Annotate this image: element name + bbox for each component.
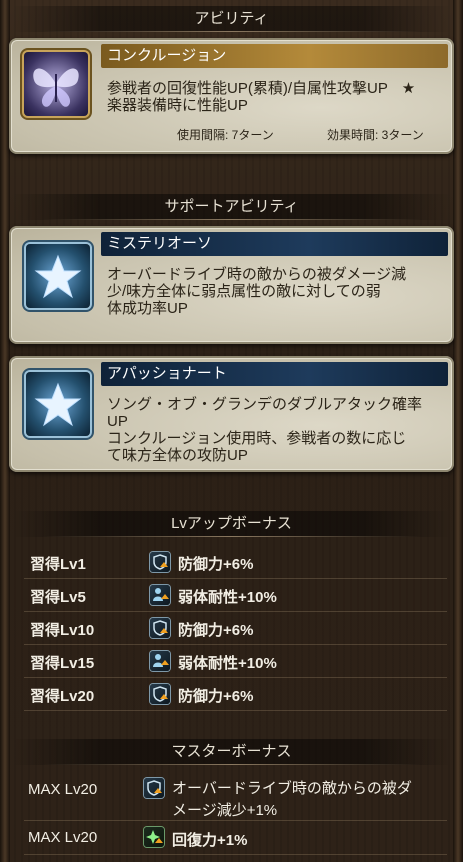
support-card-1[interactable]: ミステリオーソ オーバードライブ時の敵からの被ダメージ減 少/味方全体に弱点属性… <box>9 226 454 344</box>
bonus-text: オーバードライブ時の敵からの被ダ メージ減少+1% <box>172 778 412 822</box>
bonus-level: 習得Lv1 <box>30 556 86 573</box>
ability-name: コンクルージョン <box>101 44 448 68</box>
desc-line: 少/味方全体に弱点属性の敵に対しての弱 <box>107 283 381 300</box>
star-emblem-icon <box>26 244 90 308</box>
butterfly-icon <box>24 52 88 116</box>
master-bonus-row: MAX Lv20 オーバードライブ時の敵からの被ダ メージ減少+1% <box>24 772 447 821</box>
section-label: Lvアップボーナス <box>171 515 292 532</box>
bonus-level: 習得Lv20 <box>30 688 95 705</box>
defense-up-icon <box>150 552 170 572</box>
section-title-support: サポートアビリティ <box>12 194 451 220</box>
support-ability-name: ミステリオーソ <box>101 232 448 256</box>
ability-cooldown: 使用間隔: 7ターン <box>177 128 274 142</box>
defense-up-icon <box>150 618 170 638</box>
bonus-text: 弱体耐性+10% <box>178 655 277 672</box>
ability-description: 参戦者の回復性能UP(累積)/自属性攻撃UP ★ 楽器装備時に性能UP <box>107 80 444 114</box>
support-card-2[interactable]: アパッショナート ソング・オブ・グランデのダブルアタック確率 UP コンクルージ… <box>9 356 454 472</box>
bonus-text: 防御力+6% <box>178 688 254 705</box>
bonus-level: 習得Lv15 <box>30 655 95 672</box>
star-icon: ★ <box>401 80 416 97</box>
section-label: サポートアビリティ <box>164 198 299 215</box>
bonus-level: MAX Lv20 <box>28 781 98 798</box>
section-label: アビリティ <box>194 10 269 27</box>
ability-desc-line1: 参戦者の回復性能UP(累積)/自属性攻撃UP <box>107 80 388 97</box>
star-emblem-icon <box>26 372 90 436</box>
ability-card[interactable]: コンクルージョン 参戦者の回復性能UP(累積)/自属性攻撃UP ★ 楽器装備時に… <box>9 38 454 154</box>
bonus-text: 防御力+6% <box>178 622 254 639</box>
lv-bonus-row: 習得Lv1 防御力+6% <box>24 546 447 579</box>
support-ability-desc: オーバードライブ時の敵からの被ダメージ減 少/味方全体に弱点属性の敵に対しての弱… <box>107 266 444 317</box>
desc-line: オーバードライブ時の敵からの被ダメージ減 <box>107 266 407 283</box>
bonus-text: 弱体耐性+10% <box>178 589 277 606</box>
desc-line: 体成功率UP <box>107 300 188 317</box>
desc-line: コンクルージョン使用時、参戦者の数に応じ <box>107 430 407 447</box>
defense-up-icon <box>144 778 164 798</box>
bonus-text-line1: オーバードライブ時の敵からの被ダ <box>172 780 412 797</box>
bonus-text-line2: メージ減少+1% <box>172 802 278 819</box>
heal-up-icon <box>144 827 164 847</box>
lv-bonus-row: 習得Lv5 弱体耐性+10% <box>24 579 447 612</box>
desc-line: UP <box>107 413 128 430</box>
bonus-text: 回復力+1% <box>172 832 248 849</box>
weaken-resist-icon <box>150 585 170 605</box>
bonus-level: 習得Lv10 <box>30 622 95 639</box>
lv-bonus-row: 習得Lv15 弱体耐性+10% <box>24 645 447 678</box>
desc-line: て味方全体の攻防UP <box>107 447 248 464</box>
ability-desc-line2: 楽器装備時に性能UP <box>107 97 248 114</box>
master-bonus-row: MAX Lv20 回復力+1% <box>24 822 447 855</box>
bonus-text: 防御力+6% <box>178 556 254 573</box>
lv-bonus-row: 習得Lv10 防御力+6% <box>24 612 447 645</box>
lv-bonus-row: 習得Lv20 防御力+6% <box>24 678 447 711</box>
desc-line: ソング・オブ・グランデのダブルアタック確率 <box>107 396 423 413</box>
section-title-lvup: Lvアップボーナス <box>12 511 451 537</box>
section-label: マスターボーナス <box>171 743 292 760</box>
bonus-level: 習得Lv5 <box>30 589 86 606</box>
support-ability-name: アパッショナート <box>101 362 448 386</box>
weaken-resist-icon <box>150 651 170 671</box>
section-title-ability: アビリティ <box>12 6 451 32</box>
ability-duration: 効果時間: 3ターン <box>327 128 424 142</box>
defense-up-icon <box>150 684 170 704</box>
bonus-level: MAX Lv20 <box>28 829 98 846</box>
support-ability-desc: ソング・オブ・グランデのダブルアタック確率 UP コンクルージョン使用時、参戦者… <box>107 396 444 464</box>
right-frame <box>453 0 463 862</box>
section-title-master: マスターボーナス <box>12 739 451 765</box>
